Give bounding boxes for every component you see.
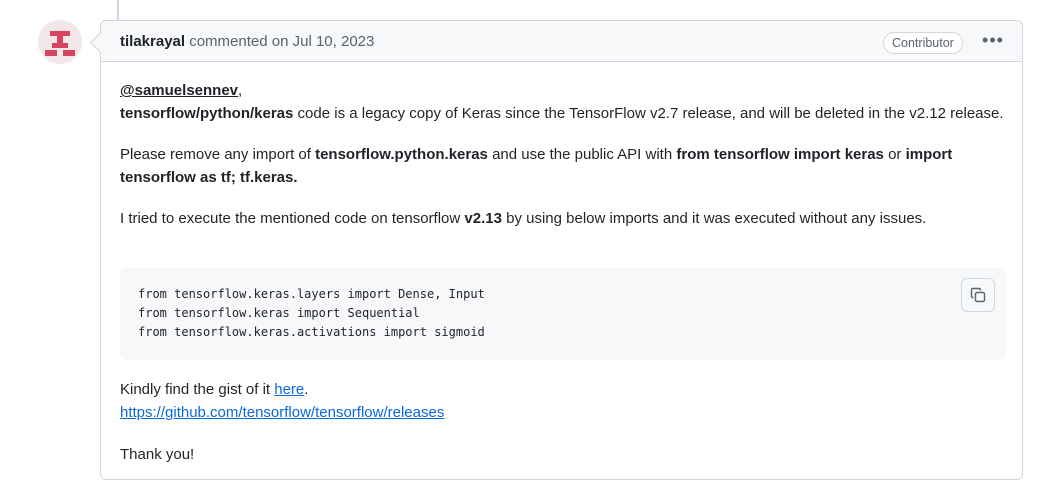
text-span: Kindly find the gist of it <box>120 381 275 398</box>
comment-meta: tilakrayal commented on Jul 10, 2023 <box>120 33 374 51</box>
code-block: from tensorflow.keras.layers import Dens… <box>120 268 1006 360</box>
comment-action: commented on <box>189 33 289 50</box>
text-span: and use the public API with <box>487 146 677 163</box>
code-line: from tensorflow.keras.activations import… <box>138 325 485 339</box>
code-path-bold: tensorflow/python/keras <box>120 105 294 122</box>
avatar[interactable] <box>38 20 82 64</box>
paragraph-execution: I tried to execute the mentioned code on… <box>120 209 926 229</box>
releases-line: https://github.com/tensorflow/tensorflow… <box>120 403 444 423</box>
comment-date[interactable]: Jul 10, 2023 <box>293 33 375 50</box>
comment-card: tilakrayal commented on Jul 10, 2023 Con… <box>100 20 1023 480</box>
author-link[interactable]: tilakrayal <box>120 33 185 50</box>
comment-header: tilakrayal commented on Jul 10, 2023 Con… <box>101 21 1022 62</box>
paragraph-gist: Kindly find the gist of it here. <box>120 380 308 400</box>
releases-link[interactable]: https://github.com/tensorflow/tensorflow… <box>120 404 444 421</box>
code-line: from tensorflow.keras.layers import Dens… <box>138 287 485 301</box>
mention-line: @samuelsennev, <box>120 81 242 101</box>
timeline-connector <box>117 0 119 20</box>
paragraph-remove-import-line1: Please remove any import of tensorflow.p… <box>120 145 952 165</box>
mention-suffix: , <box>238 82 243 99</box>
legacy-notice-text: code is a legacy copy of Keras since the… <box>293 105 1004 122</box>
text-span: by using below imports and it was execut… <box>501 210 927 227</box>
copy-icon <box>970 287 986 303</box>
text-span: . <box>304 381 309 398</box>
copy-button[interactable] <box>961 278 995 312</box>
contributor-badge: Contributor <box>883 32 963 54</box>
paragraph-remove-import-line2: tensorflow as tf; tf.keras. <box>120 168 298 188</box>
thanks-text: Thank you! <box>120 446 195 463</box>
user-mention[interactable]: @samuelsennev <box>120 82 238 99</box>
text-span: or <box>883 146 906 163</box>
paragraph-legacy-notice: tensorflow/python/keras code is a legacy… <box>120 104 1004 124</box>
text-span: Please remove any import of <box>120 146 316 163</box>
bold-span: from tensorflow import keras <box>676 146 884 163</box>
bold-span: tensorflow as tf; tf.keras. <box>120 169 298 186</box>
bold-span: import <box>905 146 953 163</box>
avatar-identicon <box>45 31 75 56</box>
code-line: from tensorflow.keras import Sequential <box>138 306 420 320</box>
version-bold: v2.13 <box>464 210 502 227</box>
bold-span: tensorflow.python.keras <box>315 146 488 163</box>
text-span: I tried to execute the mentioned code on… <box>120 210 465 227</box>
kebab-horizontal-icon[interactable]: ••• <box>979 30 1007 52</box>
gist-link[interactable]: here <box>274 381 304 398</box>
